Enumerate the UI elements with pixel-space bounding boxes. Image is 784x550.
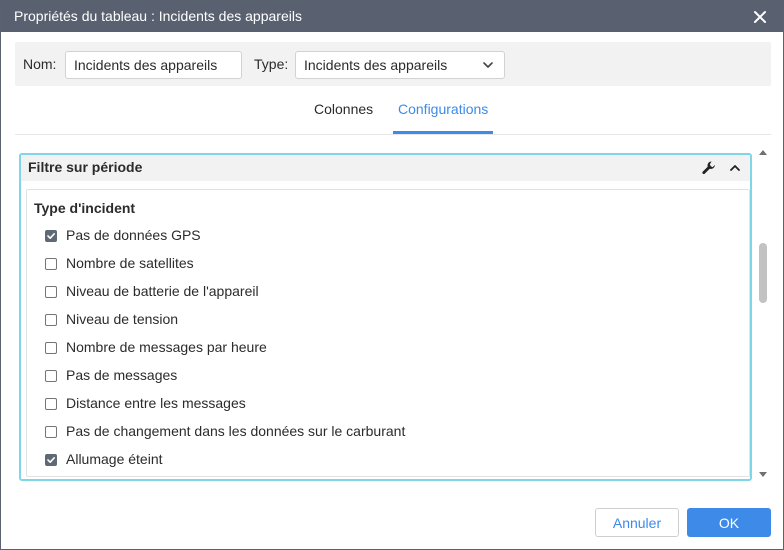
scroll-down-arrow-icon[interactable]: [757, 470, 769, 480]
option-ignition-off[interactable]: Allumage éteint: [45, 450, 605, 470]
name-input[interactable]: [65, 51, 242, 79]
scrollbar-thumb[interactable]: [759, 243, 767, 303]
tab-columns[interactable]: Colonnes: [314, 101, 373, 118]
option-label: Pas de données GPS: [66, 227, 201, 243]
option-messages-per-hour[interactable]: Nombre de messages par heure: [45, 338, 605, 358]
dialog-title: Propriétés du tableau : Incidents des ap…: [14, 8, 302, 24]
checkbox-checked[interactable]: [45, 454, 57, 466]
option-no-messages[interactable]: Pas de messages: [45, 366, 605, 386]
option-label: Nombre de messages par heure: [66, 339, 267, 355]
checkbox[interactable]: [45, 370, 57, 382]
checkmark-icon: [47, 233, 55, 239]
dialog-titlebar: Propriétés du tableau : Incidents des ap…: [1, 1, 783, 32]
type-select[interactable]: Incidents des appareils: [295, 51, 505, 79]
checkbox[interactable]: [45, 314, 57, 326]
option-label: Distance entre les messages: [66, 395, 246, 411]
properties-dialog: Propriétés du tableau : Incidents des ap…: [0, 0, 784, 550]
ok-button[interactable]: OK: [687, 508, 771, 537]
option-battery-level[interactable]: Niveau de batterie de l'appareil: [45, 282, 605, 302]
option-label: Niveau de batterie de l'appareil: [66, 283, 259, 299]
checkbox[interactable]: [45, 398, 57, 410]
close-icon[interactable]: [751, 8, 769, 26]
name-label: Nom:: [23, 56, 57, 72]
scroll-up-arrow-icon[interactable]: [757, 147, 769, 157]
chevron-down-icon: [483, 62, 493, 68]
option-message-distance[interactable]: Distance entre les messages: [45, 394, 605, 414]
option-fuel-data[interactable]: Pas de changement dans les données sur l…: [45, 422, 605, 442]
option-label: Pas de messages: [66, 367, 178, 383]
incident-type-group: Type d'incident Pas de données GPS Nombr…: [26, 189, 750, 477]
cancel-button[interactable]: Annuler: [595, 508, 679, 537]
tab-divider: [15, 134, 771, 135]
type-label: Type:: [254, 56, 289, 72]
type-select-value: Incidents des appareils: [304, 57, 448, 73]
checkbox[interactable]: [45, 342, 57, 354]
option-label: Niveau de tension: [66, 311, 179, 327]
option-label: Pas de changement dans les données sur l…: [66, 423, 406, 439]
checkbox[interactable]: [45, 426, 57, 438]
section-header: Filtre sur période: [21, 155, 750, 181]
checkbox-checked[interactable]: [45, 230, 57, 242]
checkmark-icon: [47, 457, 55, 463]
option-gps-data[interactable]: Pas de données GPS: [45, 226, 605, 246]
table-header-panel: Nom: Type: Incidents des appareils: [15, 42, 771, 86]
option-satellites[interactable]: Nombre de satellites: [45, 254, 605, 274]
section-title: Filtre sur période: [28, 159, 143, 175]
option-label: Allumage éteint: [66, 451, 163, 467]
period-filter-section: Filtre sur période Type d'incident Pas d…: [19, 153, 752, 481]
option-voltage-level[interactable]: Niveau de tension: [45, 310, 605, 330]
checkbox[interactable]: [45, 286, 57, 298]
tab-configurations[interactable]: Configurations: [398, 101, 488, 118]
group-title: Type d'incident: [34, 200, 136, 216]
checkbox[interactable]: [45, 258, 57, 270]
wrench-icon[interactable]: [701, 160, 717, 176]
chevron-up-icon[interactable]: [728, 161, 742, 175]
option-label: Nombre de satellites: [66, 255, 194, 271]
